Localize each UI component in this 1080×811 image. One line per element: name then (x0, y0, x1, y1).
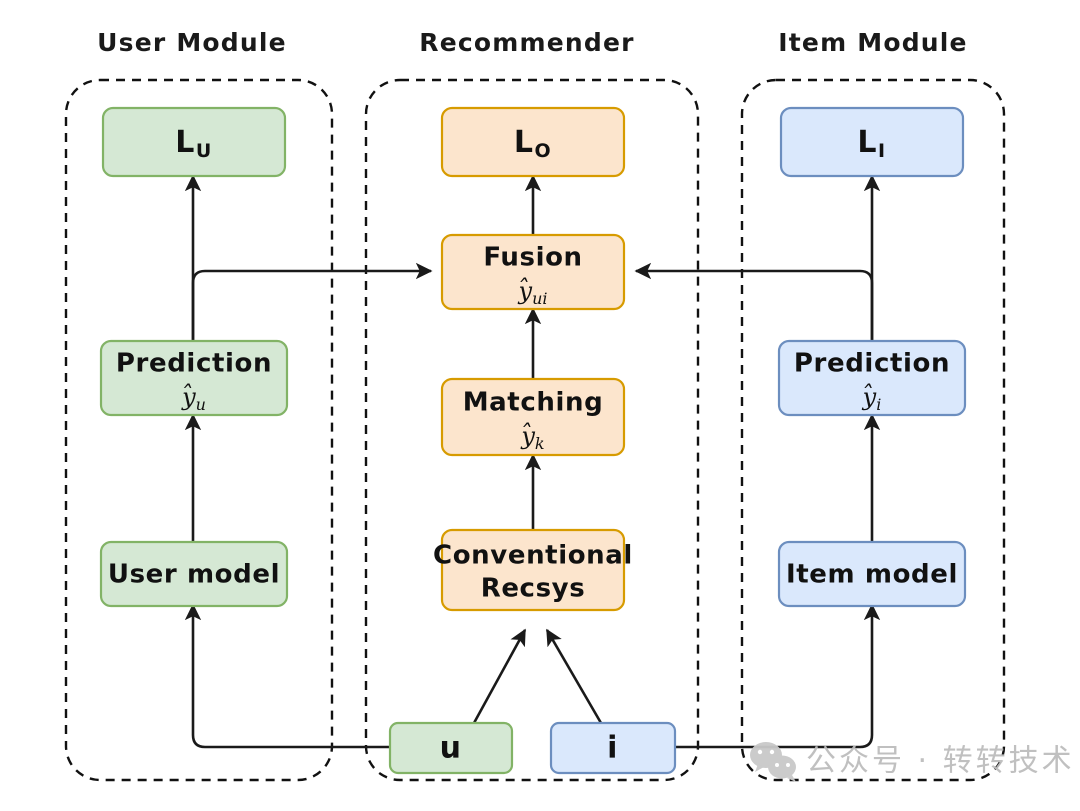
diagram-root: User Module Recommender Item Module LU L… (0, 0, 1080, 811)
user-module-title: User Module (97, 28, 287, 57)
node-item-model-label: Item model (786, 560, 958, 590)
node-conventional-recsys-line2: Recsys (481, 574, 586, 604)
node-loss-overall[interactable]: LO (440, 106, 626, 178)
node-user-model-label: User model (108, 560, 280, 590)
node-matching[interactable]: Matching ̂yk (440, 377, 626, 457)
node-item-model[interactable]: Item model (777, 540, 967, 608)
watermark-text: 公众号 · 转转技术 (806, 744, 1075, 779)
node-prediction-item-label: Prediction (794, 349, 950, 379)
node-loss-user[interactable]: LU (101, 106, 287, 178)
node-prediction-user[interactable]: Prediction ̂yu (99, 339, 289, 417)
edge-input-item-to-item-model (675, 603, 881, 749)
node-matching-label: Matching (463, 388, 604, 418)
node-input-item[interactable]: i (549, 721, 677, 775)
node-input-user-label: u (440, 731, 463, 766)
recommender-title: Recommender (419, 28, 634, 57)
node-prediction-item[interactable]: Prediction ̂yi (777, 339, 967, 417)
diagram-canvas: User Module Recommender Item Module LU L… (64, 28, 1075, 782)
edge-input-user-to-recsys (472, 628, 527, 724)
node-user-model[interactable]: User model (99, 540, 289, 608)
edge-item-prediction-to-fusion (634, 262, 874, 350)
node-conventional-recsys[interactable]: Conventional Recsys (433, 528, 633, 612)
edge-input-user-to-user-model (184, 603, 390, 749)
node-input-user[interactable]: u (388, 721, 514, 775)
node-loss-item[interactable]: LI (779, 106, 965, 178)
node-prediction-user-label: Prediction (116, 349, 272, 379)
edge-input-item-to-recsys (545, 628, 603, 724)
node-fusion[interactable]: Fusion ̂yui (440, 233, 626, 311)
item-module-title: Item Module (778, 28, 967, 57)
edge-user-prediction-to-fusion (191, 262, 433, 350)
node-fusion-label: Fusion (483, 243, 582, 273)
user-module-container (64, 78, 334, 782)
node-conventional-recsys-line1: Conventional (433, 541, 633, 571)
node-input-item-label: i (607, 731, 619, 766)
